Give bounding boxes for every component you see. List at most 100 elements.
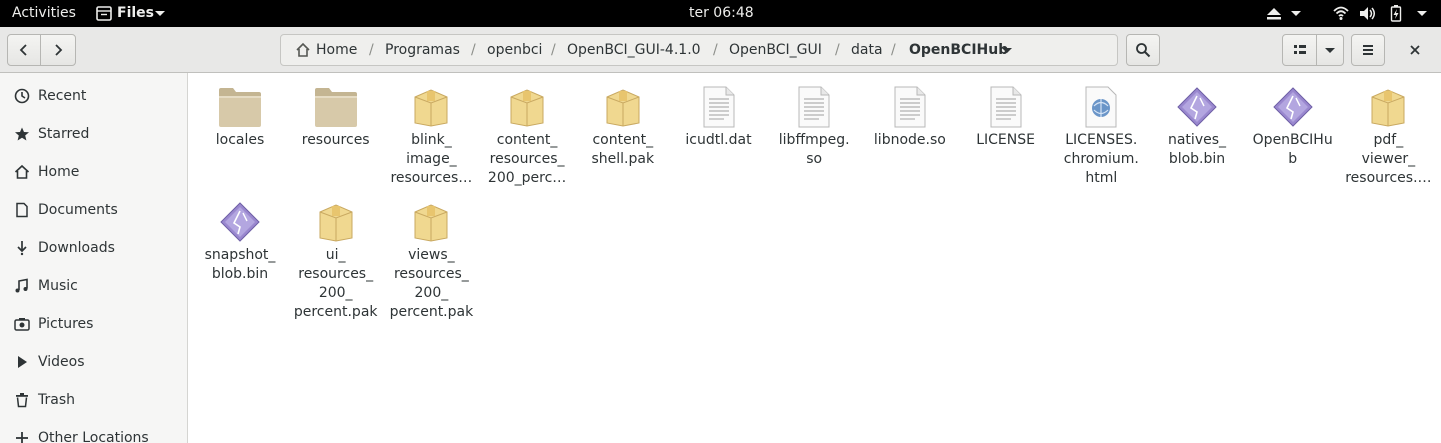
view-toggle-button[interactable]: [1282, 34, 1317, 66]
header-bar: Home / Programas / openbci / OpenBCI_GUI…: [0, 27, 1441, 73]
file-item[interactable]: locales: [192, 75, 288, 185]
sidebar-item-other-locations[interactable]: Other Locations: [0, 419, 187, 443]
file-name: LICENSE: [976, 132, 1035, 148]
file-name: locales: [215, 132, 265, 148]
binary-executable-icon: [216, 198, 264, 246]
text-document-icon: [886, 83, 934, 131]
sidebar-item-label: Starred: [38, 126, 90, 142]
text-document-icon: [982, 83, 1030, 131]
breadcrumb-openbci[interactable]: openbci: [487, 35, 542, 65]
breadcrumb-openbci-gui-4-1-0[interactable]: OpenBCI_GUI-4.1.0: [567, 35, 701, 65]
chevron-down-icon: [1325, 48, 1335, 53]
volume-icon[interactable]: [1359, 0, 1377, 27]
file-item[interactable]: libffmpeg. so: [766, 75, 862, 185]
binary-executable-icon: [1269, 83, 1317, 131]
view-options-button[interactable]: [1316, 34, 1344, 66]
sidebar-item-documents[interactable]: Documents: [0, 191, 187, 229]
file-item[interactable]: LICENSE: [958, 75, 1054, 185]
document-icon: [14, 202, 30, 218]
folder-icon: [216, 83, 264, 131]
wifi-icon[interactable]: [1333, 0, 1349, 27]
sidebar-item-videos[interactable]: Videos: [0, 343, 187, 381]
home-icon[interactable]: [295, 35, 311, 65]
sidebar-item-home[interactable]: Home: [0, 153, 187, 191]
menu-button[interactable]: [1351, 34, 1385, 66]
sidebar-item-recent[interactable]: Recent: [0, 77, 187, 115]
html-document-icon: [1077, 83, 1125, 131]
sidebar-item-label: Home: [38, 164, 80, 180]
eject-menu-chevron-icon[interactable]: [1291, 0, 1301, 27]
file-item[interactable]: snapshot_ blob.bin: [192, 190, 288, 300]
breadcrumb-openbci-gui[interactable]: OpenBCI_GUI: [729, 35, 822, 65]
file-item[interactable]: pdf_ viewer_ resources.…: [1340, 75, 1436, 186]
hamburger-icon: [1363, 45, 1373, 55]
app-menu-button[interactable]: Files: [117, 0, 154, 27]
home-icon: [14, 164, 30, 180]
sidebar-item-label: Pictures: [38, 316, 94, 332]
file-name: LICENSES. chromium. html: [1063, 132, 1139, 186]
close-button[interactable]: [1399, 34, 1431, 66]
plus-icon: [14, 430, 30, 443]
package-icon: [312, 198, 360, 246]
file-name: libffmpeg. so: [778, 132, 850, 167]
breadcrumb-openbcihub[interactable]: OpenBCIHub: [909, 35, 1008, 65]
battery-icon[interactable]: [1390, 0, 1402, 27]
file-name: pdf_ viewer_ resources.…: [1345, 132, 1432, 186]
video-icon: [14, 354, 30, 370]
activities-button[interactable]: Activities: [12, 0, 76, 27]
sidebar-item-trash[interactable]: Trash: [0, 381, 187, 419]
file-item[interactable]: libnode.so: [862, 75, 958, 185]
download-icon: [14, 240, 30, 256]
sidebar-item-music[interactable]: Music: [0, 267, 187, 305]
trash-icon: [14, 392, 30, 408]
forward-button[interactable]: [40, 34, 76, 66]
breadcrumb-separator: /: [471, 42, 476, 58]
file-item[interactable]: OpenBCIHu b: [1245, 75, 1341, 185]
app-menu-chevron-icon[interactable]: [155, 0, 165, 27]
search-button[interactable]: [1126, 34, 1160, 66]
file-name: views_ resources_ 200_ percent.pak: [389, 247, 474, 320]
clock-icon: [14, 88, 30, 104]
sidebar-item-label: Other Locations: [38, 430, 149, 443]
file-name: OpenBCIHu b: [1252, 132, 1333, 167]
file-item[interactable]: resources: [288, 75, 384, 185]
package-icon: [1364, 83, 1412, 131]
file-name: content_ shell.pak: [591, 132, 655, 167]
package-icon: [407, 198, 455, 246]
binary-executable-icon: [1173, 83, 1221, 131]
file-item[interactable]: icudtl.dat: [671, 75, 767, 185]
breadcrumb-home[interactable]: Home: [316, 35, 357, 65]
breadcrumb-separator: /: [713, 42, 718, 58]
file-item[interactable]: natives_ blob.bin: [1149, 75, 1245, 185]
system-menu-chevron-icon[interactable]: [1417, 0, 1427, 27]
file-item[interactable]: content_ shell.pak: [575, 75, 671, 185]
breadcrumb-programas[interactable]: Programas: [385, 35, 460, 65]
file-name: ui_ resources_ 200_ percent.pak: [293, 247, 378, 320]
file-item[interactable]: views_ resources_ 200_ percent.pak: [383, 190, 479, 320]
eject-icon[interactable]: [1266, 0, 1282, 27]
list-view-icon: [1293, 45, 1306, 54]
breadcrumb-separator: /: [891, 42, 896, 58]
package-icon: [599, 83, 647, 131]
music-icon: [14, 278, 30, 294]
close-icon: [1410, 45, 1420, 55]
clock[interactable]: ter 06:48: [689, 0, 754, 27]
file-item[interactable]: LICENSES. chromium. html: [1053, 75, 1149, 186]
sidebar-item-starred[interactable]: Starred: [0, 115, 187, 153]
top-bar: Activities Files ter 06:48: [0, 0, 1441, 27]
sidebar-item-pictures[interactable]: Pictures: [0, 305, 187, 343]
sidebar: Recent Starred Home Documents Downloads Music…: [0, 73, 188, 443]
star-icon: [14, 126, 30, 142]
sidebar-item-downloads[interactable]: Downloads: [0, 229, 187, 267]
breadcrumb-data[interactable]: data: [851, 35, 883, 65]
package-icon: [407, 83, 455, 131]
back-button[interactable]: [7, 34, 41, 66]
breadcrumb-separator: /: [551, 42, 556, 58]
file-item[interactable]: content_ resources_ 200_perc…: [479, 75, 575, 186]
file-item[interactable]: blink_ image_ resources…: [383, 75, 479, 186]
files-app-icon[interactable]: [96, 0, 112, 27]
folder-icon: [312, 83, 360, 131]
file-name: libnode.so: [873, 132, 946, 148]
file-item[interactable]: ui_ resources_ 200_ percent.pak: [288, 190, 384, 320]
path-menu-chevron-icon[interactable]: [1001, 35, 1013, 65]
